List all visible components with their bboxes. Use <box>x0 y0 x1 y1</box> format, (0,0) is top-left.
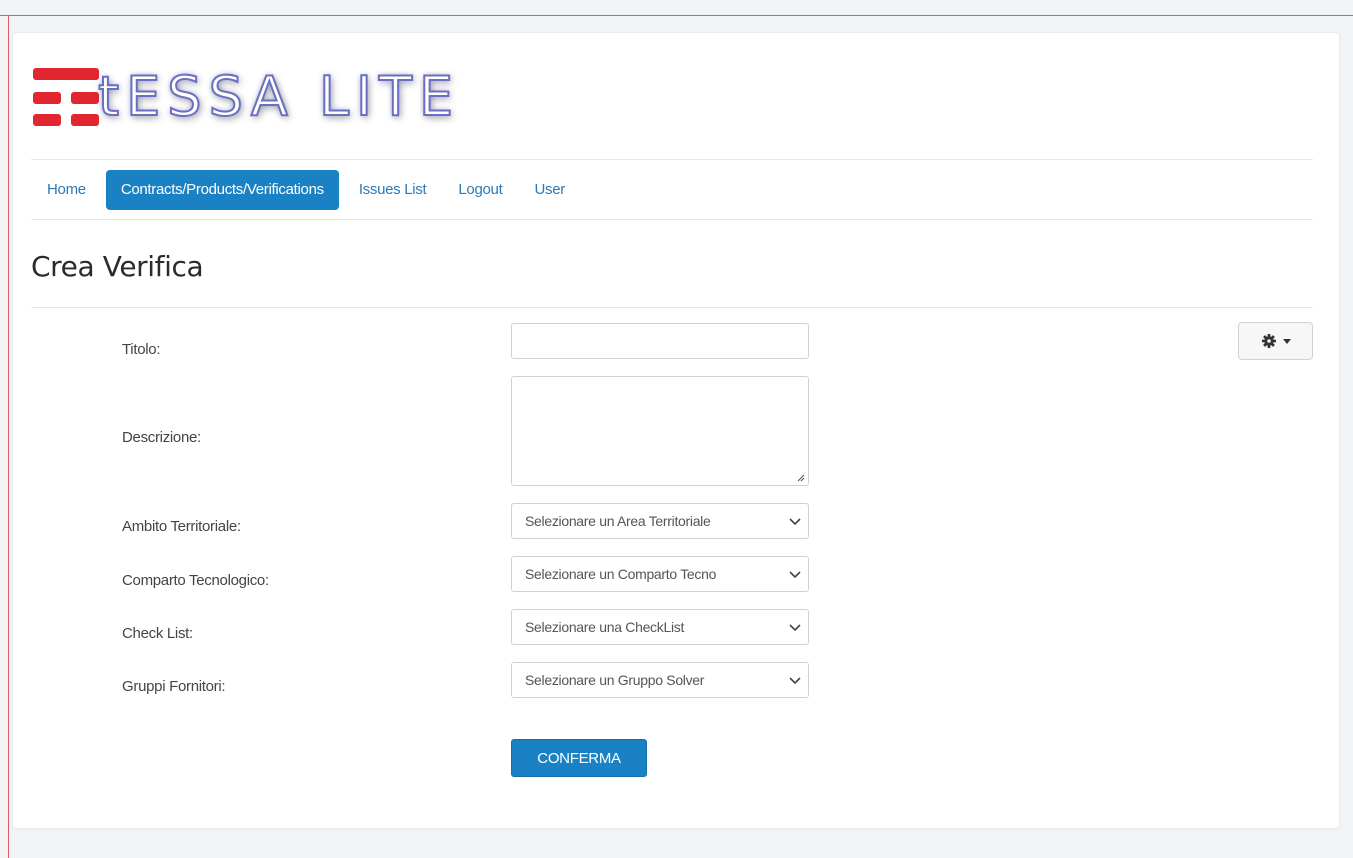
comparto-tecnologico-select[interactable]: Selezionare un Comparto Tecno <box>511 556 809 592</box>
comparto-tecnologico-label: Comparto Tecnologico: <box>122 572 269 589</box>
page-title: Crea Verifica <box>31 250 204 283</box>
comparto-selected-value: Selezionare un Comparto Tecno <box>525 566 717 582</box>
chevron-down-icon <box>789 677 801 685</box>
logo-text: tESSA LITE <box>97 65 461 129</box>
titolo-label: Titolo: <box>122 341 161 358</box>
resize-handle-icon[interactable] <box>797 474 805 482</box>
divider <box>31 219 1313 220</box>
ambito-territoriale-label: Ambito Territoriale: <box>122 518 241 535</box>
nav-issues-list[interactable]: Issues List <box>343 170 443 210</box>
confirm-button[interactable]: CONFERMA <box>511 739 647 777</box>
nav-contracts-products-verifications[interactable]: Contracts/Products/Verifications <box>105 170 339 210</box>
check-list-select[interactable]: Selezionare una CheckList <box>511 609 809 645</box>
app-logo[interactable]: tESSA LITE <box>33 65 553 129</box>
gruppi-selected-value: Selezionare un Gruppo Solver <box>525 672 705 688</box>
chevron-down-icon <box>789 518 801 526</box>
nav-home[interactable]: Home <box>31 170 102 210</box>
gruppi-fornitori-label: Gruppi Fornitori: <box>122 678 226 695</box>
chevron-down-icon <box>789 571 801 579</box>
ambito-selected-value: Selezionare un Area Territoriale <box>525 513 711 529</box>
descrizione-textarea[interactable] <box>511 376 809 486</box>
gruppi-fornitori-select[interactable]: Selezionare un Gruppo Solver <box>511 662 809 698</box>
ambito-territoriale-select[interactable]: Selezionare un Area Territoriale <box>511 503 809 539</box>
caret-down-icon <box>1282 338 1291 344</box>
gear-icon <box>1261 334 1276 348</box>
frame-border <box>8 15 9 858</box>
checklist-selected-value: Selezionare una CheckList <box>525 619 685 635</box>
titolo-input[interactable] <box>511 323 809 359</box>
nav-user[interactable]: User <box>518 170 580 210</box>
chevron-down-icon <box>789 624 801 632</box>
main-nav: Home Contracts/Products/Verifications Is… <box>31 170 581 210</box>
check-list-label: Check List: <box>122 625 193 642</box>
divider <box>31 159 1313 160</box>
settings-dropdown-button[interactable] <box>1238 322 1313 360</box>
nav-logout[interactable]: Logout <box>442 170 518 210</box>
frame-border <box>0 15 1353 16</box>
divider <box>31 307 1313 308</box>
descrizione-label: Descrizione: <box>122 429 201 446</box>
